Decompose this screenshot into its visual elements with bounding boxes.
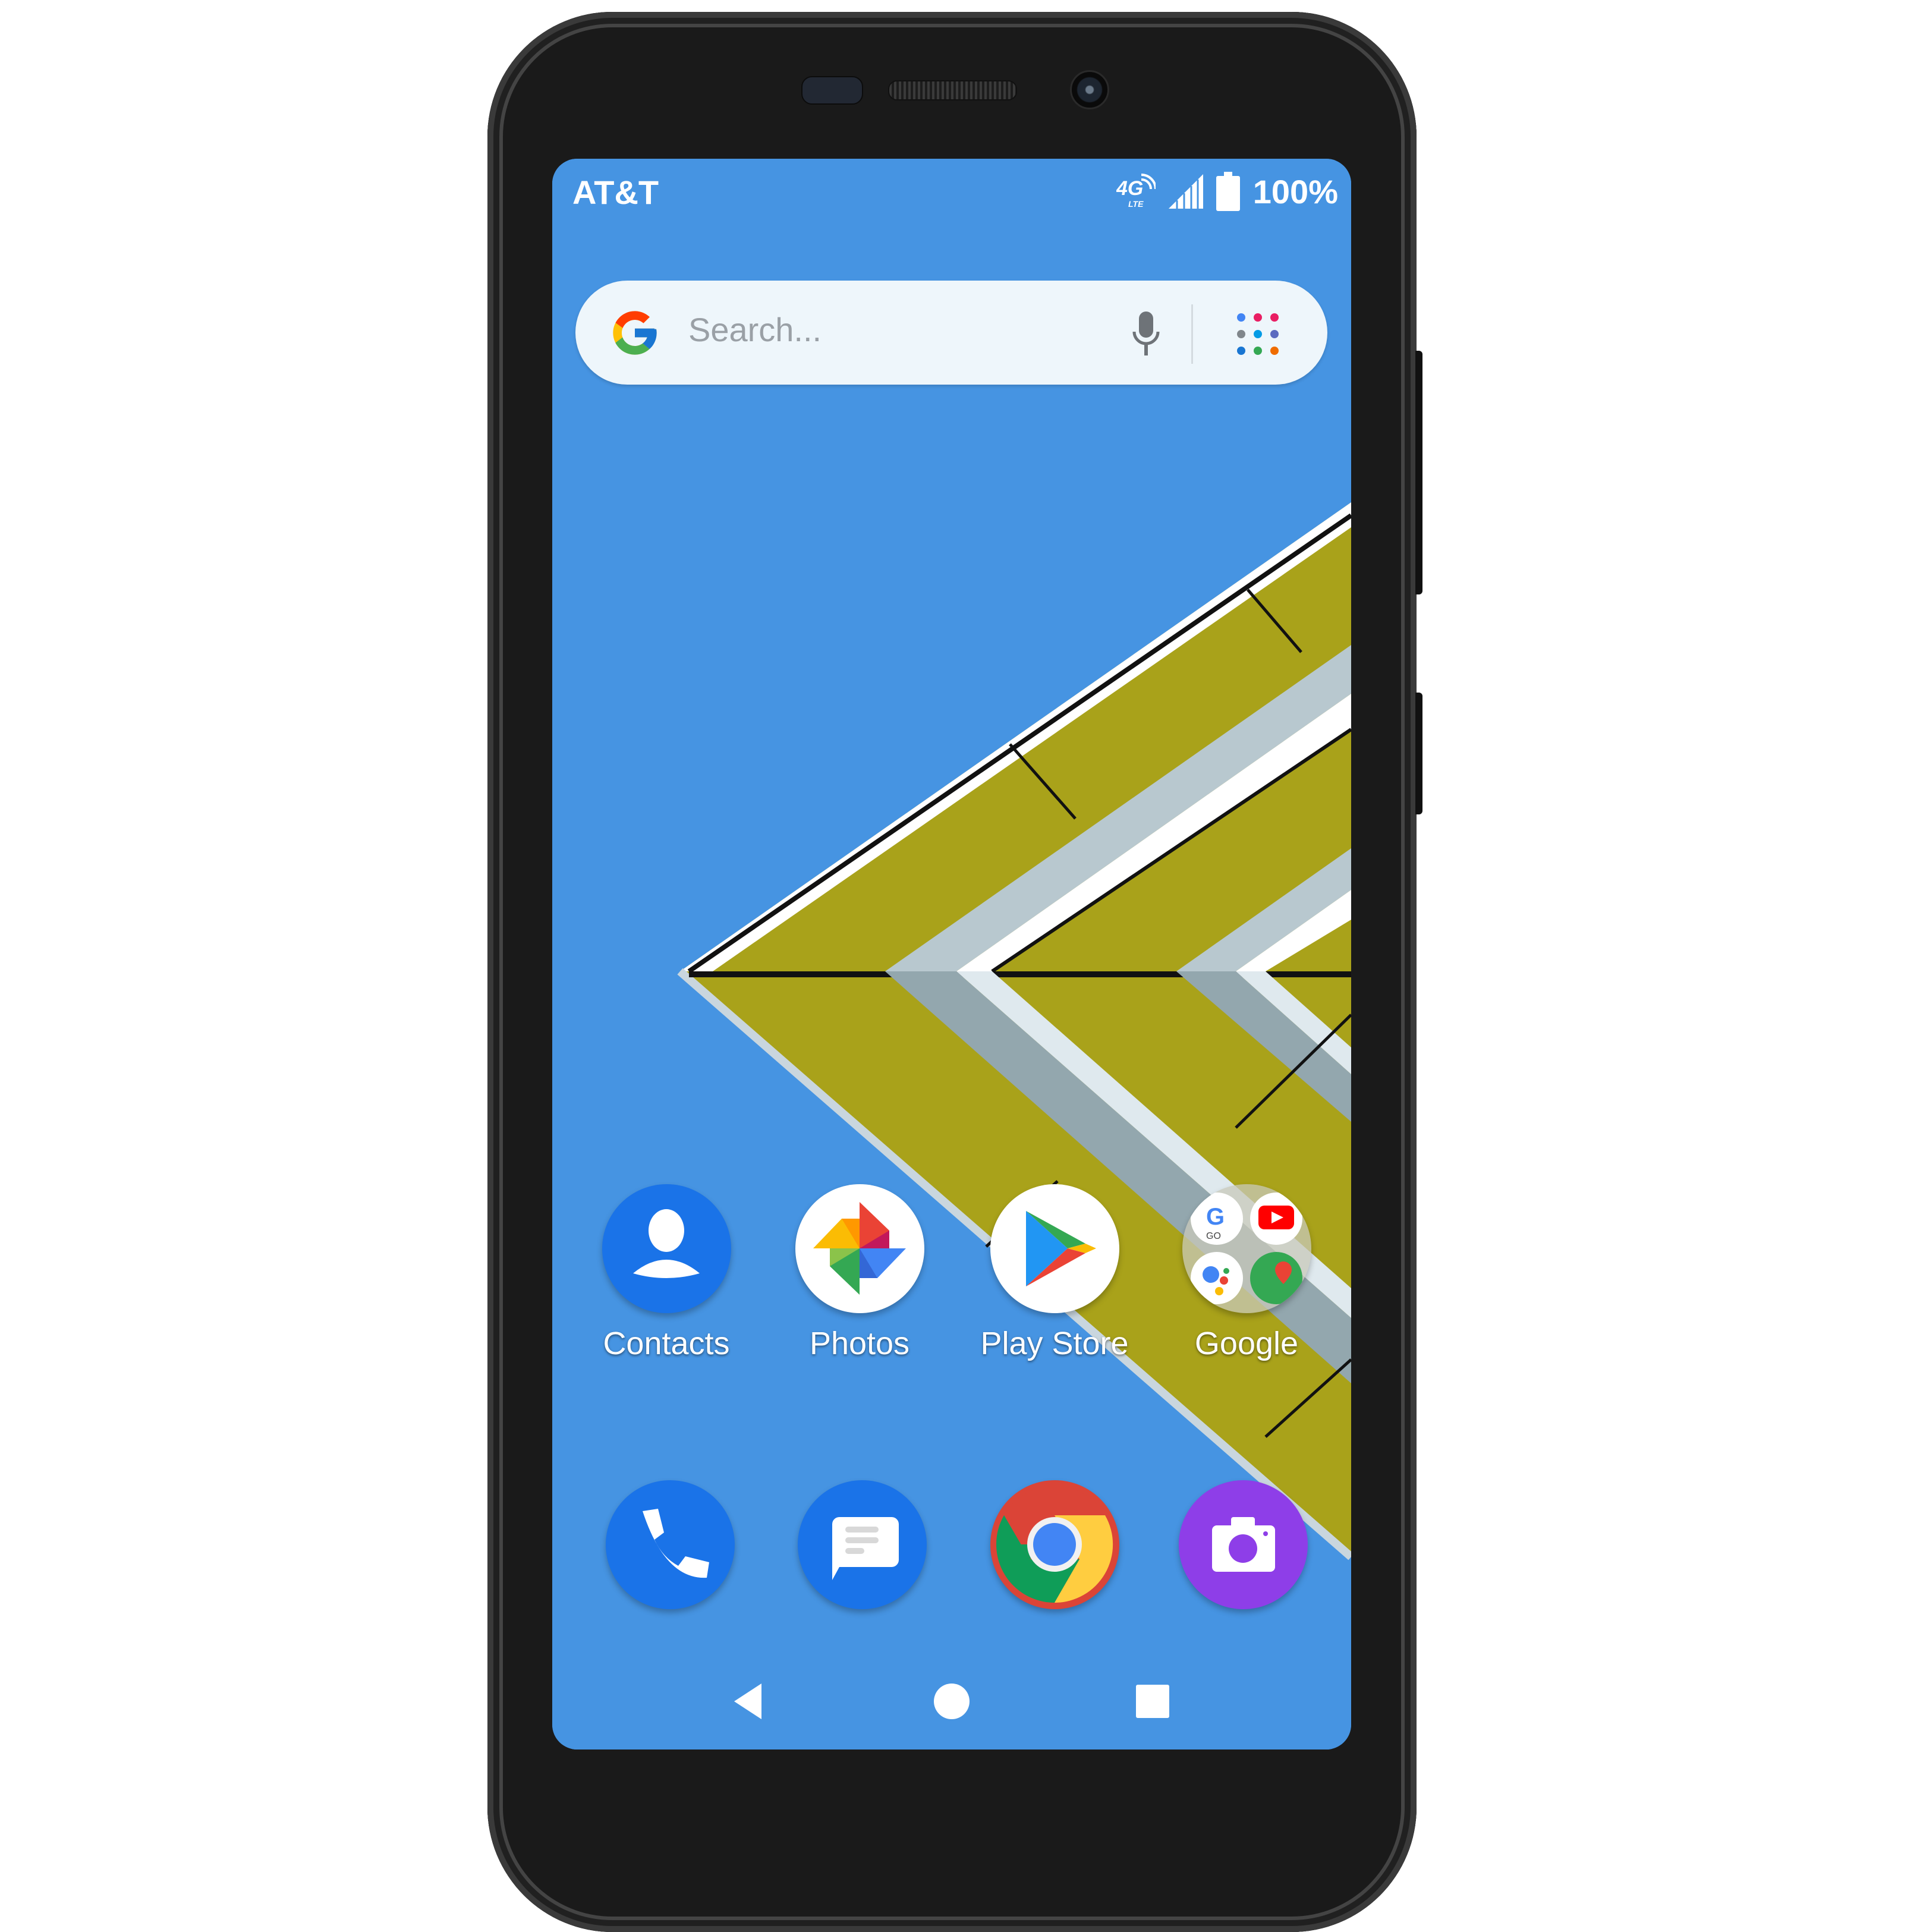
google-folder-icon: G GO xyxy=(1182,1184,1311,1313)
svg-text:4G: 4G xyxy=(1116,177,1143,200)
screen: AT&T 4G LTE 100% Search... Contacts Phot… xyxy=(552,159,1351,1750)
contacts-icon xyxy=(602,1184,731,1313)
search-divider xyxy=(1191,304,1193,364)
app-folder-google[interactable]: G GO Google xyxy=(1157,1184,1336,1362)
status-bar[interactable]: AT&T 4G LTE 100% xyxy=(552,159,1351,224)
front-camera xyxy=(1070,70,1109,109)
google-search-bar[interactable]: Search... xyxy=(575,281,1327,385)
google-g-icon xyxy=(613,311,657,355)
carrier-label: AT&T xyxy=(572,174,659,211)
svg-text:G: G xyxy=(1206,1204,1225,1230)
dock-chrome[interactable] xyxy=(965,1480,1144,1609)
earpiece-speaker xyxy=(888,80,1017,100)
microphone-icon[interactable] xyxy=(1131,311,1161,357)
network-4g-lte-icon: 4G LTE xyxy=(1116,174,1156,209)
camera-icon xyxy=(1178,1480,1308,1609)
recents-icon[interactable] xyxy=(1129,1678,1176,1725)
app-label: Contacts xyxy=(603,1326,730,1361)
messages-icon xyxy=(797,1480,927,1609)
search-placeholder[interactable]: Search... xyxy=(688,310,822,349)
home-icon[interactable] xyxy=(928,1678,975,1725)
back-icon[interactable] xyxy=(726,1678,773,1725)
app-contacts[interactable]: Contacts xyxy=(577,1184,756,1362)
dock-phone[interactable] xyxy=(581,1480,759,1609)
volume-button[interactable] xyxy=(1415,351,1422,594)
app-label: Photos xyxy=(809,1326,910,1361)
play-store-icon xyxy=(990,1184,1119,1313)
app-grid-icon[interactable] xyxy=(1235,311,1280,357)
svg-text:GO: GO xyxy=(1206,1231,1221,1241)
photos-icon xyxy=(795,1184,924,1313)
battery-icon xyxy=(1216,172,1240,211)
chrome-icon xyxy=(990,1480,1119,1609)
proximity-sensor xyxy=(801,76,863,105)
battery-percent: 100% xyxy=(1252,172,1338,210)
dock-camera[interactable] xyxy=(1154,1480,1332,1609)
app-photos[interactable]: Photos xyxy=(770,1184,949,1362)
dock-messages[interactable] xyxy=(773,1480,951,1609)
svg-text:LTE: LTE xyxy=(1128,199,1144,209)
app-play-store[interactable]: Play Store xyxy=(965,1184,1144,1362)
signal-icon xyxy=(1168,174,1203,209)
app-label: Play Store xyxy=(980,1326,1129,1361)
phone-icon xyxy=(605,1480,735,1609)
app-label: Google xyxy=(1194,1326,1299,1361)
power-button[interactable] xyxy=(1415,693,1422,814)
